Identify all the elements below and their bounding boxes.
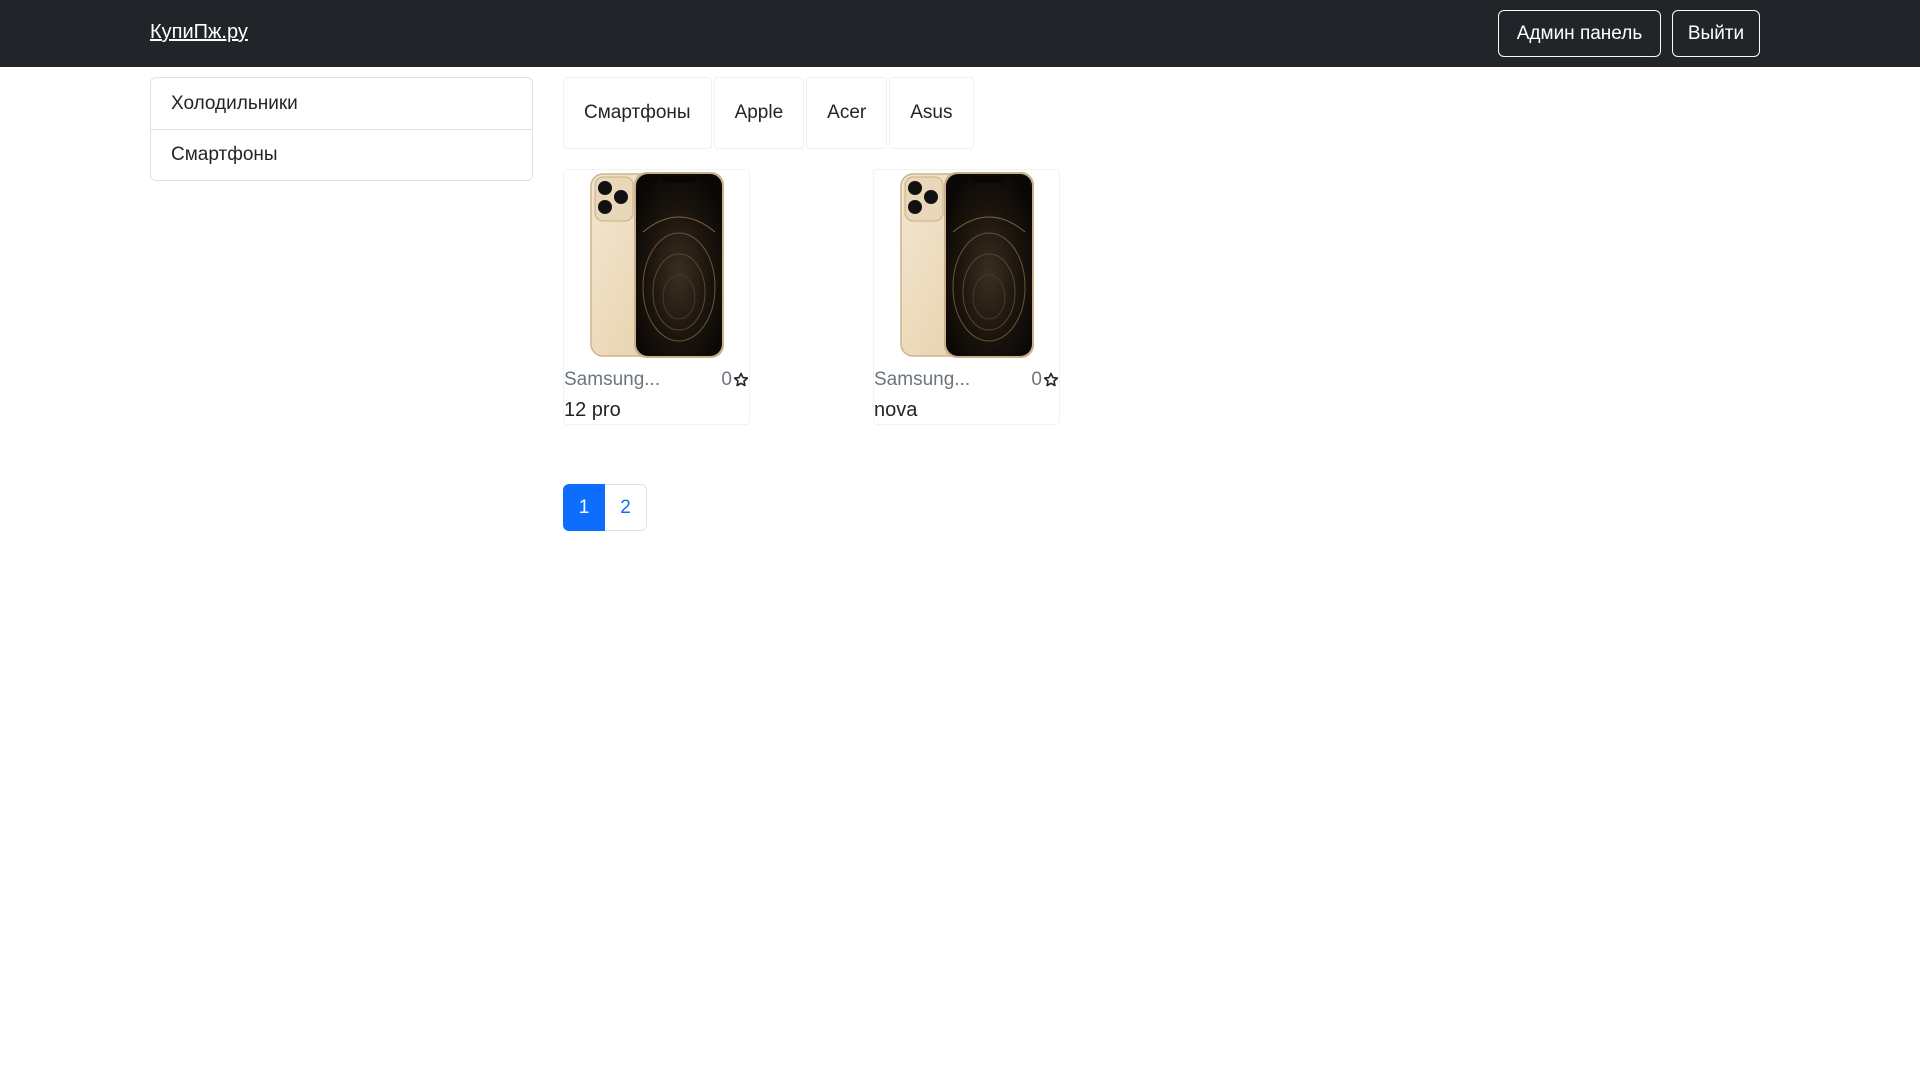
device-rating: 0 [1031, 369, 1059, 391]
device-image [900, 172, 1034, 358]
admin-panel-button[interactable]: Админ панель [1498, 10, 1661, 57]
page-item-1[interactable]: 1 [563, 484, 605, 531]
navbar: КупиПж.ру Админ панель Выйти [0, 0, 1920, 67]
types-list: Холодильники Смартфоны [150, 77, 533, 181]
device-card[interactable]: Samsung... 0 nova [873, 169, 1060, 425]
brand-card-asus[interactable]: Asus [889, 77, 974, 149]
brand-card-acer[interactable]: Acer [806, 77, 888, 149]
brand-card-apple[interactable]: Apple [713, 77, 805, 149]
brands-bar: Смартфоны Apple Acer Asus [563, 77, 974, 149]
device-card[interactable]: Samsung... 0 12 pro [563, 169, 750, 425]
device-name: nova [874, 399, 918, 421]
device-image [590, 172, 724, 358]
device-brand: Samsung... [874, 369, 971, 390]
brand-card-smartphones[interactable]: Смартфоны [563, 77, 712, 149]
pagination: 1 2 [563, 484, 647, 531]
logout-button[interactable]: Выйти [1672, 10, 1760, 57]
star-outline-icon [1043, 372, 1059, 387]
page-item-2[interactable]: 2 [605, 484, 647, 531]
rating-value: 0 [1031, 369, 1042, 390]
brand-link[interactable]: КупиПж.ру [150, 21, 248, 44]
device-rating: 0 [721, 369, 749, 391]
star-outline-icon [733, 372, 749, 387]
type-item-refrigerators[interactable]: Холодильники [151, 78, 532, 129]
rating-value: 0 [721, 369, 732, 390]
type-item-smartphones[interactable]: Смартфоны [151, 129, 532, 180]
device-name: 12 pro [564, 399, 621, 421]
device-brand: Samsung... [564, 369, 661, 390]
